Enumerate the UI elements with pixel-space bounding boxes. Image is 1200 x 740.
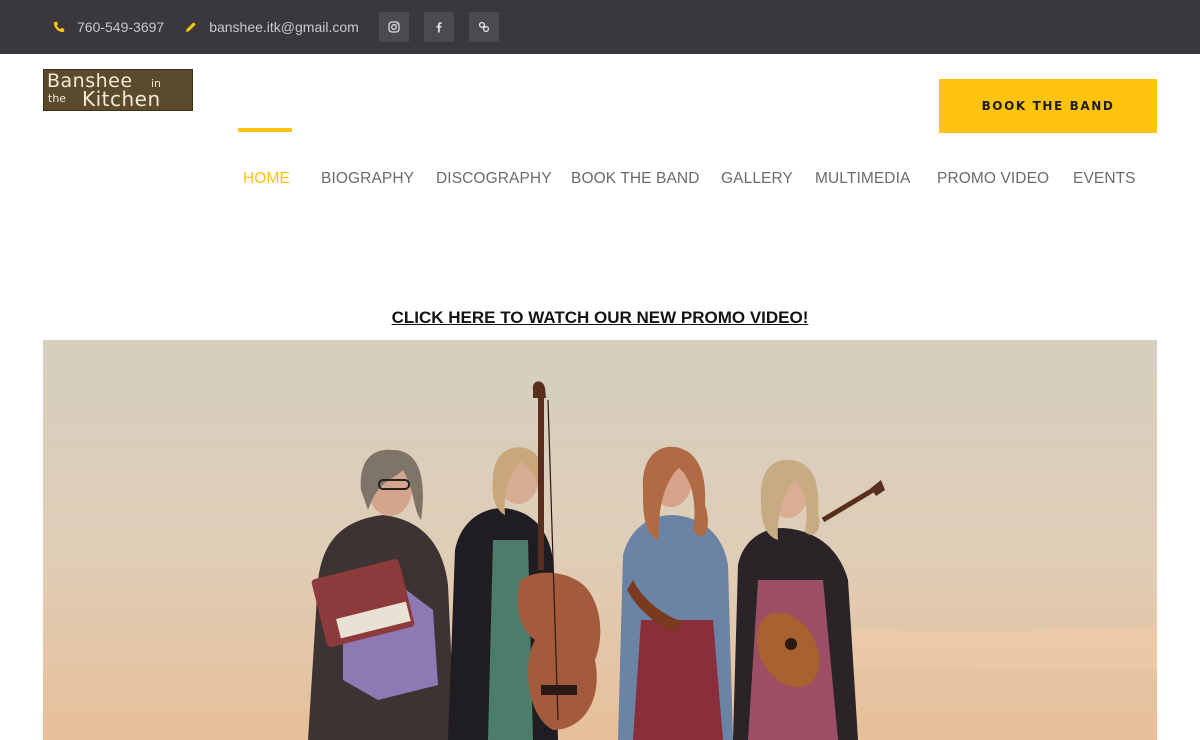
nav-item-discography[interactable]: DISCOGRAPHY	[436, 170, 552, 188]
nav-item-home[interactable]: HOME	[243, 170, 290, 188]
email-address: banshee.itk@gmail.com	[209, 19, 359, 35]
top-bar: 760-549-3697 banshee.itk@gmail.com	[0, 0, 1200, 54]
phone-contact[interactable]: 760-549-3697	[52, 19, 164, 35]
instagram-icon[interactable]	[378, 12, 409, 42]
email-contact[interactable]: banshee.itk@gmail.com	[184, 19, 359, 35]
active-nav-indicator	[238, 128, 292, 132]
nav-item-multimedia[interactable]: MULTIMEDIA	[815, 170, 910, 188]
nav-item-promo-video[interactable]: PROMO VIDEO	[937, 170, 1049, 188]
link-icon[interactable]	[468, 12, 499, 42]
pencil-icon	[184, 20, 198, 34]
facebook-icon[interactable]	[423, 12, 454, 42]
phone-icon	[52, 20, 66, 34]
nav-item-events[interactable]: EVENTS	[1073, 170, 1136, 188]
book-the-band-button[interactable]: BOOK THE BAND	[939, 79, 1157, 133]
promo-video-link[interactable]: CLICK HERE TO WATCH OUR NEW PROMO VIDEO!	[0, 308, 1200, 328]
phone-number: 760-549-3697	[77, 19, 165, 35]
logo-text-kitchen: Kitchen	[82, 87, 161, 111]
nav-item-book-the-band[interactable]: BOOK THE BAND	[571, 170, 700, 188]
main-navigation: HOME BIOGRAPHY DISCOGRAPHY BOOK THE BAND…	[0, 170, 1200, 192]
logo-text-the: the	[48, 92, 67, 105]
site-logo[interactable]: Banshee in the Kitchen	[43, 69, 193, 111]
hero-band-photo	[43, 340, 1157, 740]
nav-item-biography[interactable]: BIOGRAPHY	[321, 170, 414, 188]
nav-item-gallery[interactable]: GALLERY	[721, 170, 793, 188]
